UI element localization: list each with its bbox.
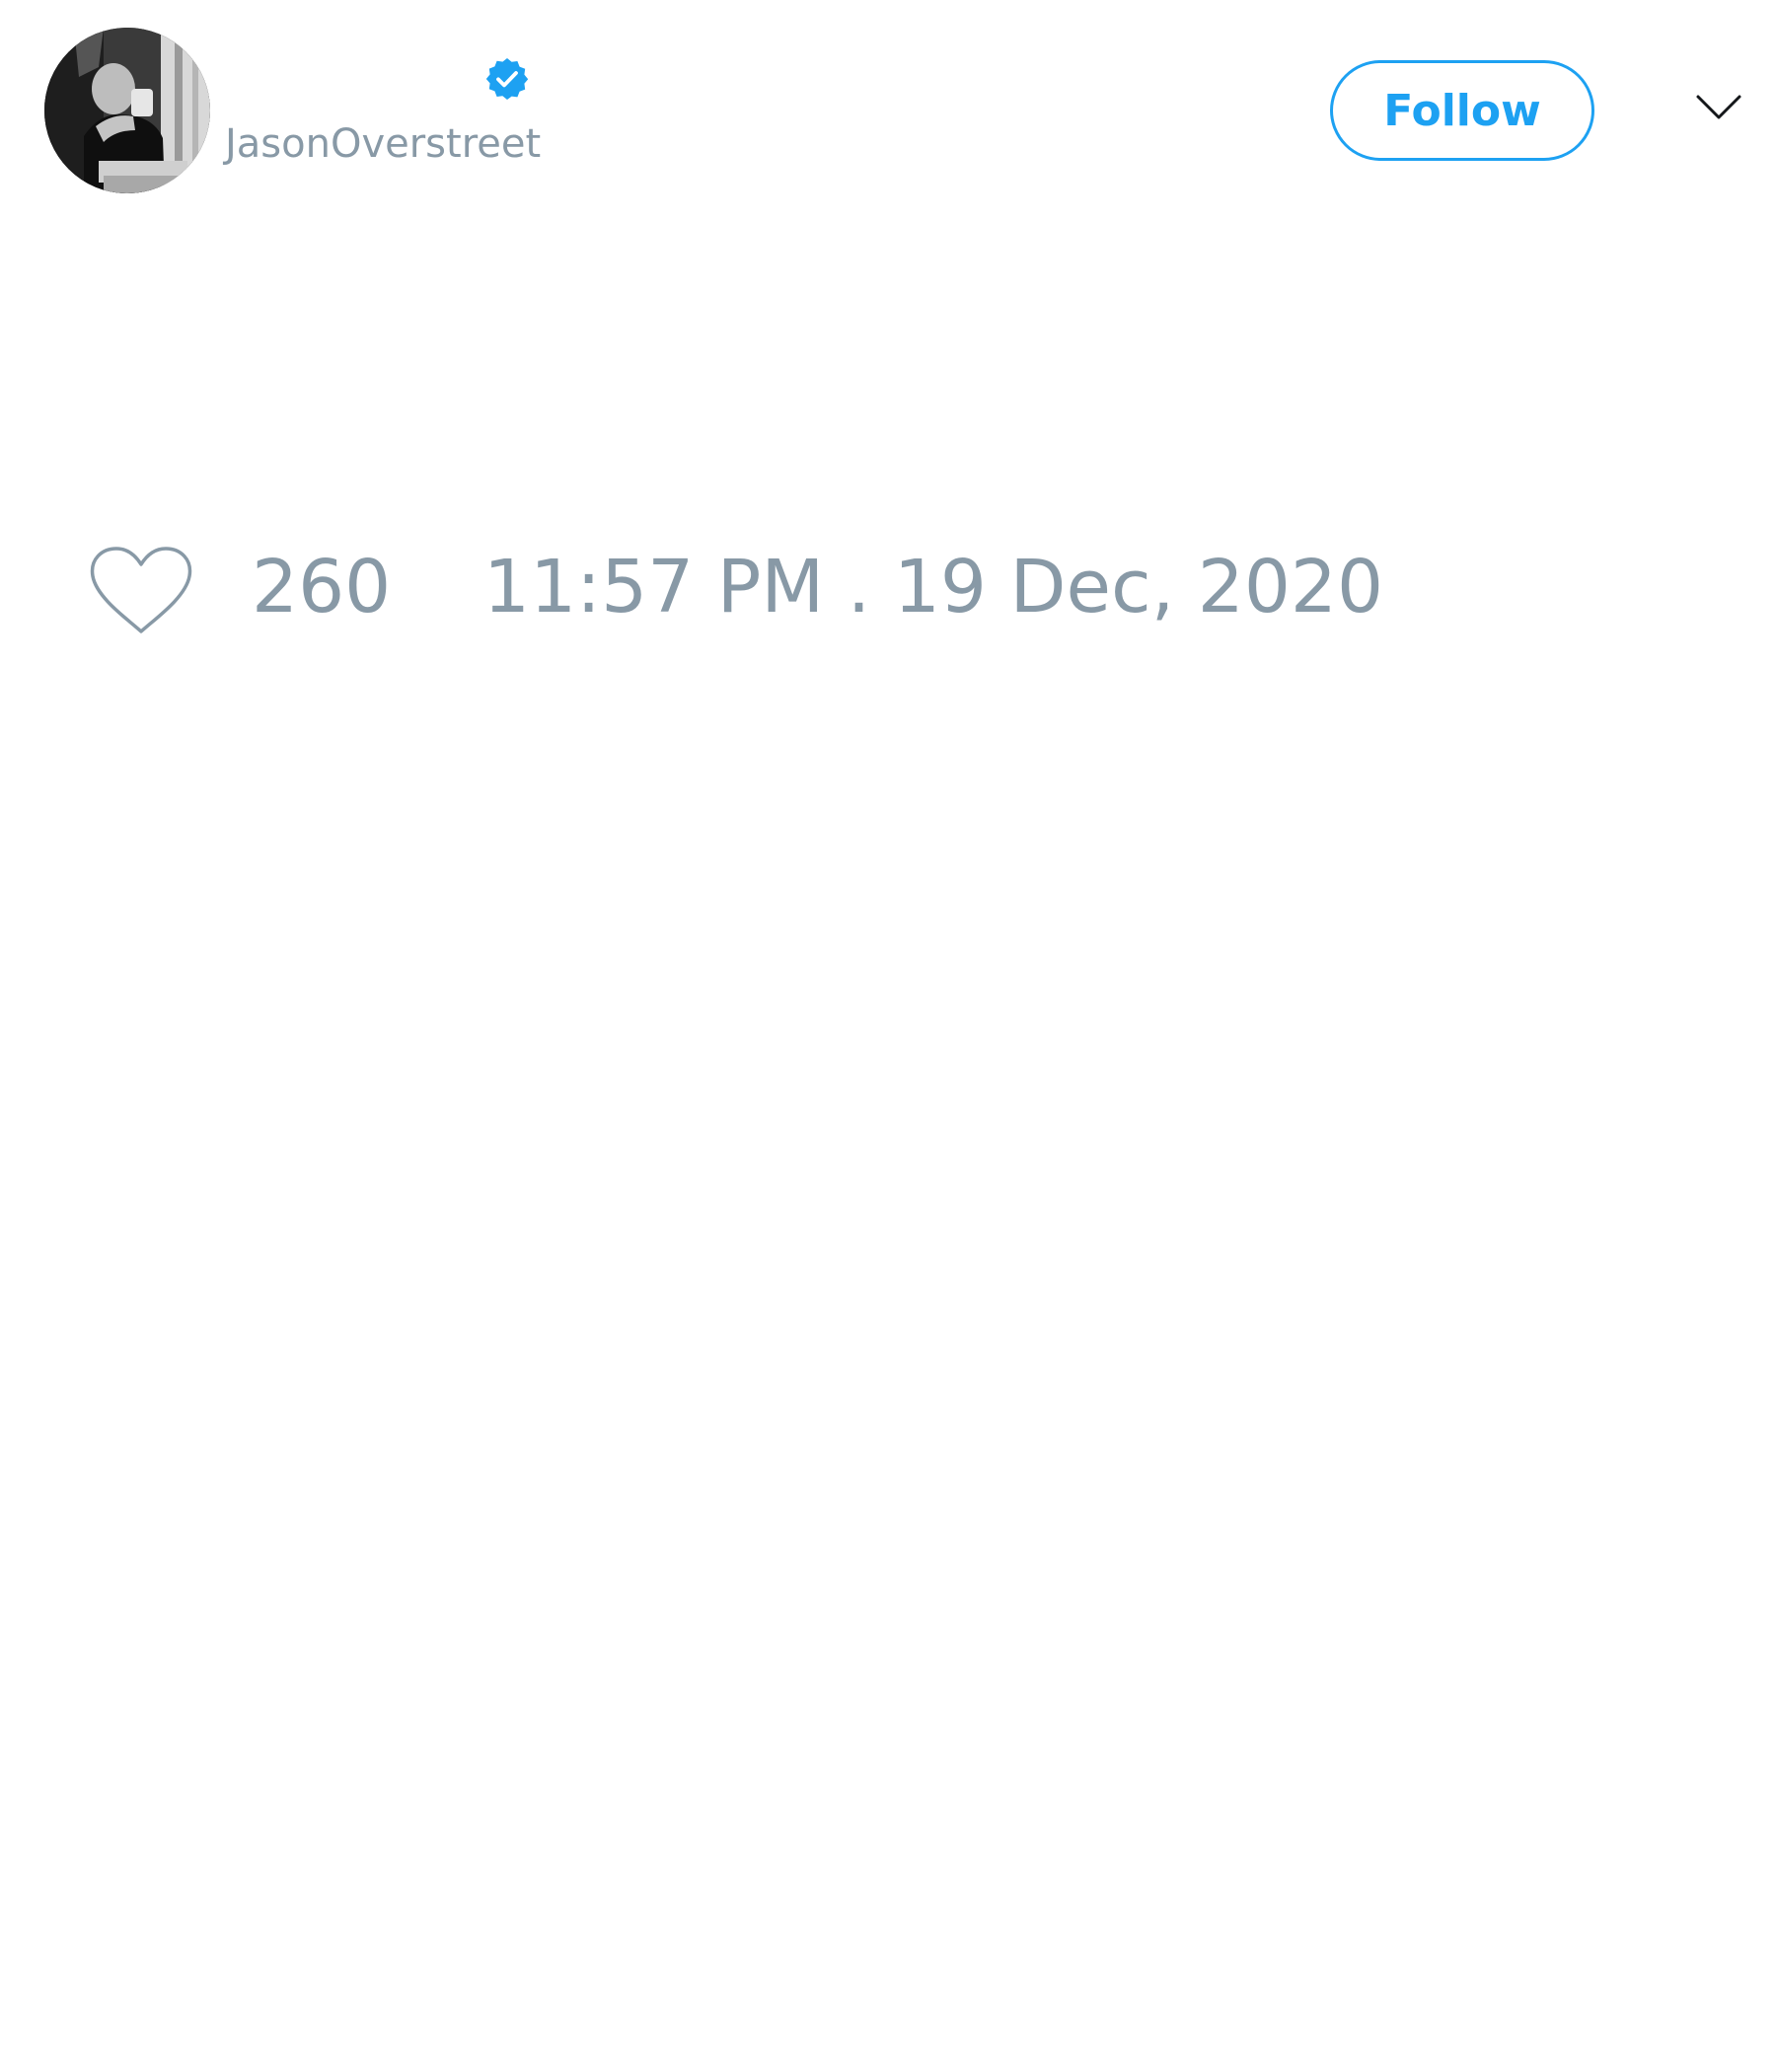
tweet-timestamp[interactable]: 11:57 PM . 19 Dec, 2020 — [483, 551, 1383, 624]
tweet-header: JasonOverstreet Follow — [0, 0, 1776, 217]
verified-badge-icon — [485, 58, 529, 100]
heart-icon[interactable] — [89, 545, 193, 635]
author-handle[interactable]: JasonOverstreet — [225, 124, 541, 164]
like-count: 260 — [252, 545, 392, 629]
follow-button[interactable]: Follow — [1330, 60, 1594, 161]
user-avatar-photo — [44, 28, 210, 193]
chevron-down-icon[interactable] — [1695, 93, 1742, 122]
avatar[interactable] — [44, 28, 210, 193]
